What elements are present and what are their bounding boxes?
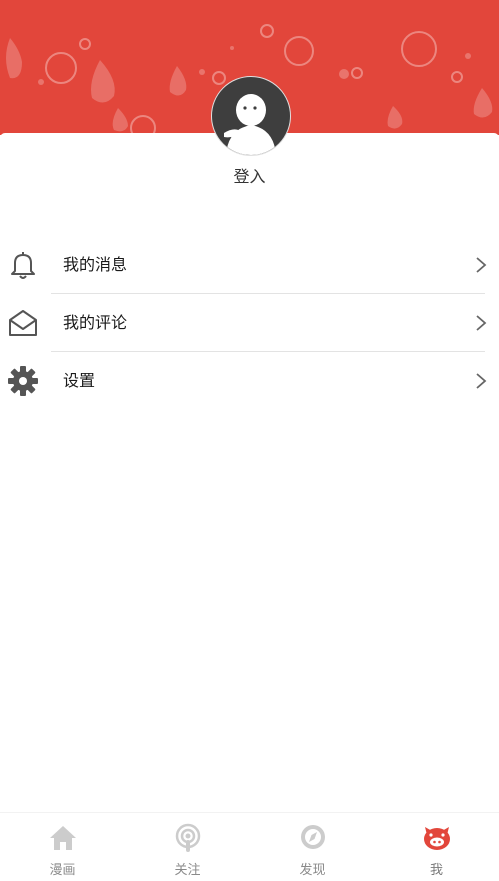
- login-link[interactable]: 登入: [0, 163, 499, 187]
- default-avatar-icon: [224, 94, 276, 155]
- gear-icon: [7, 366, 39, 396]
- tab-label: 我: [429, 863, 443, 878]
- tab-label: 漫画: [49, 863, 76, 878]
- tab-label: 关注: [174, 863, 201, 878]
- tab-discover[interactable]: 发现: [250, 813, 375, 881]
- avatar[interactable]: [211, 76, 291, 156]
- menu-item-label: 我的评论: [63, 313, 128, 332]
- profile-menu: 我的消息 我的评论 设置: [0, 236, 499, 410]
- podcast-icon: [173, 823, 203, 853]
- menu-item-label: 设置: [63, 371, 96, 390]
- chevron-right-icon: [475, 314, 487, 332]
- tab-follow[interactable]: 关注: [125, 813, 250, 881]
- pig-face-icon: [422, 823, 452, 853]
- menu-item-comments[interactable]: 我的评论: [0, 294, 499, 352]
- bottom-tab-bar: 漫画 关注 发现 我: [0, 812, 499, 881]
- tab-label: 发现: [299, 863, 326, 878]
- tab-comics[interactable]: 漫画: [0, 813, 125, 881]
- menu-item-messages[interactable]: 我的消息: [0, 236, 499, 294]
- bell-icon: [7, 250, 39, 280]
- menu-item-settings[interactable]: 设置: [0, 352, 499, 410]
- home-icon: [48, 823, 78, 853]
- menu-item-label: 我的消息: [63, 255, 128, 274]
- mail-open-icon: [7, 308, 39, 338]
- chevron-right-icon: [475, 256, 487, 274]
- chevron-right-icon: [475, 372, 487, 390]
- tab-me[interactable]: 我: [374, 813, 499, 881]
- compass-icon: [298, 823, 328, 853]
